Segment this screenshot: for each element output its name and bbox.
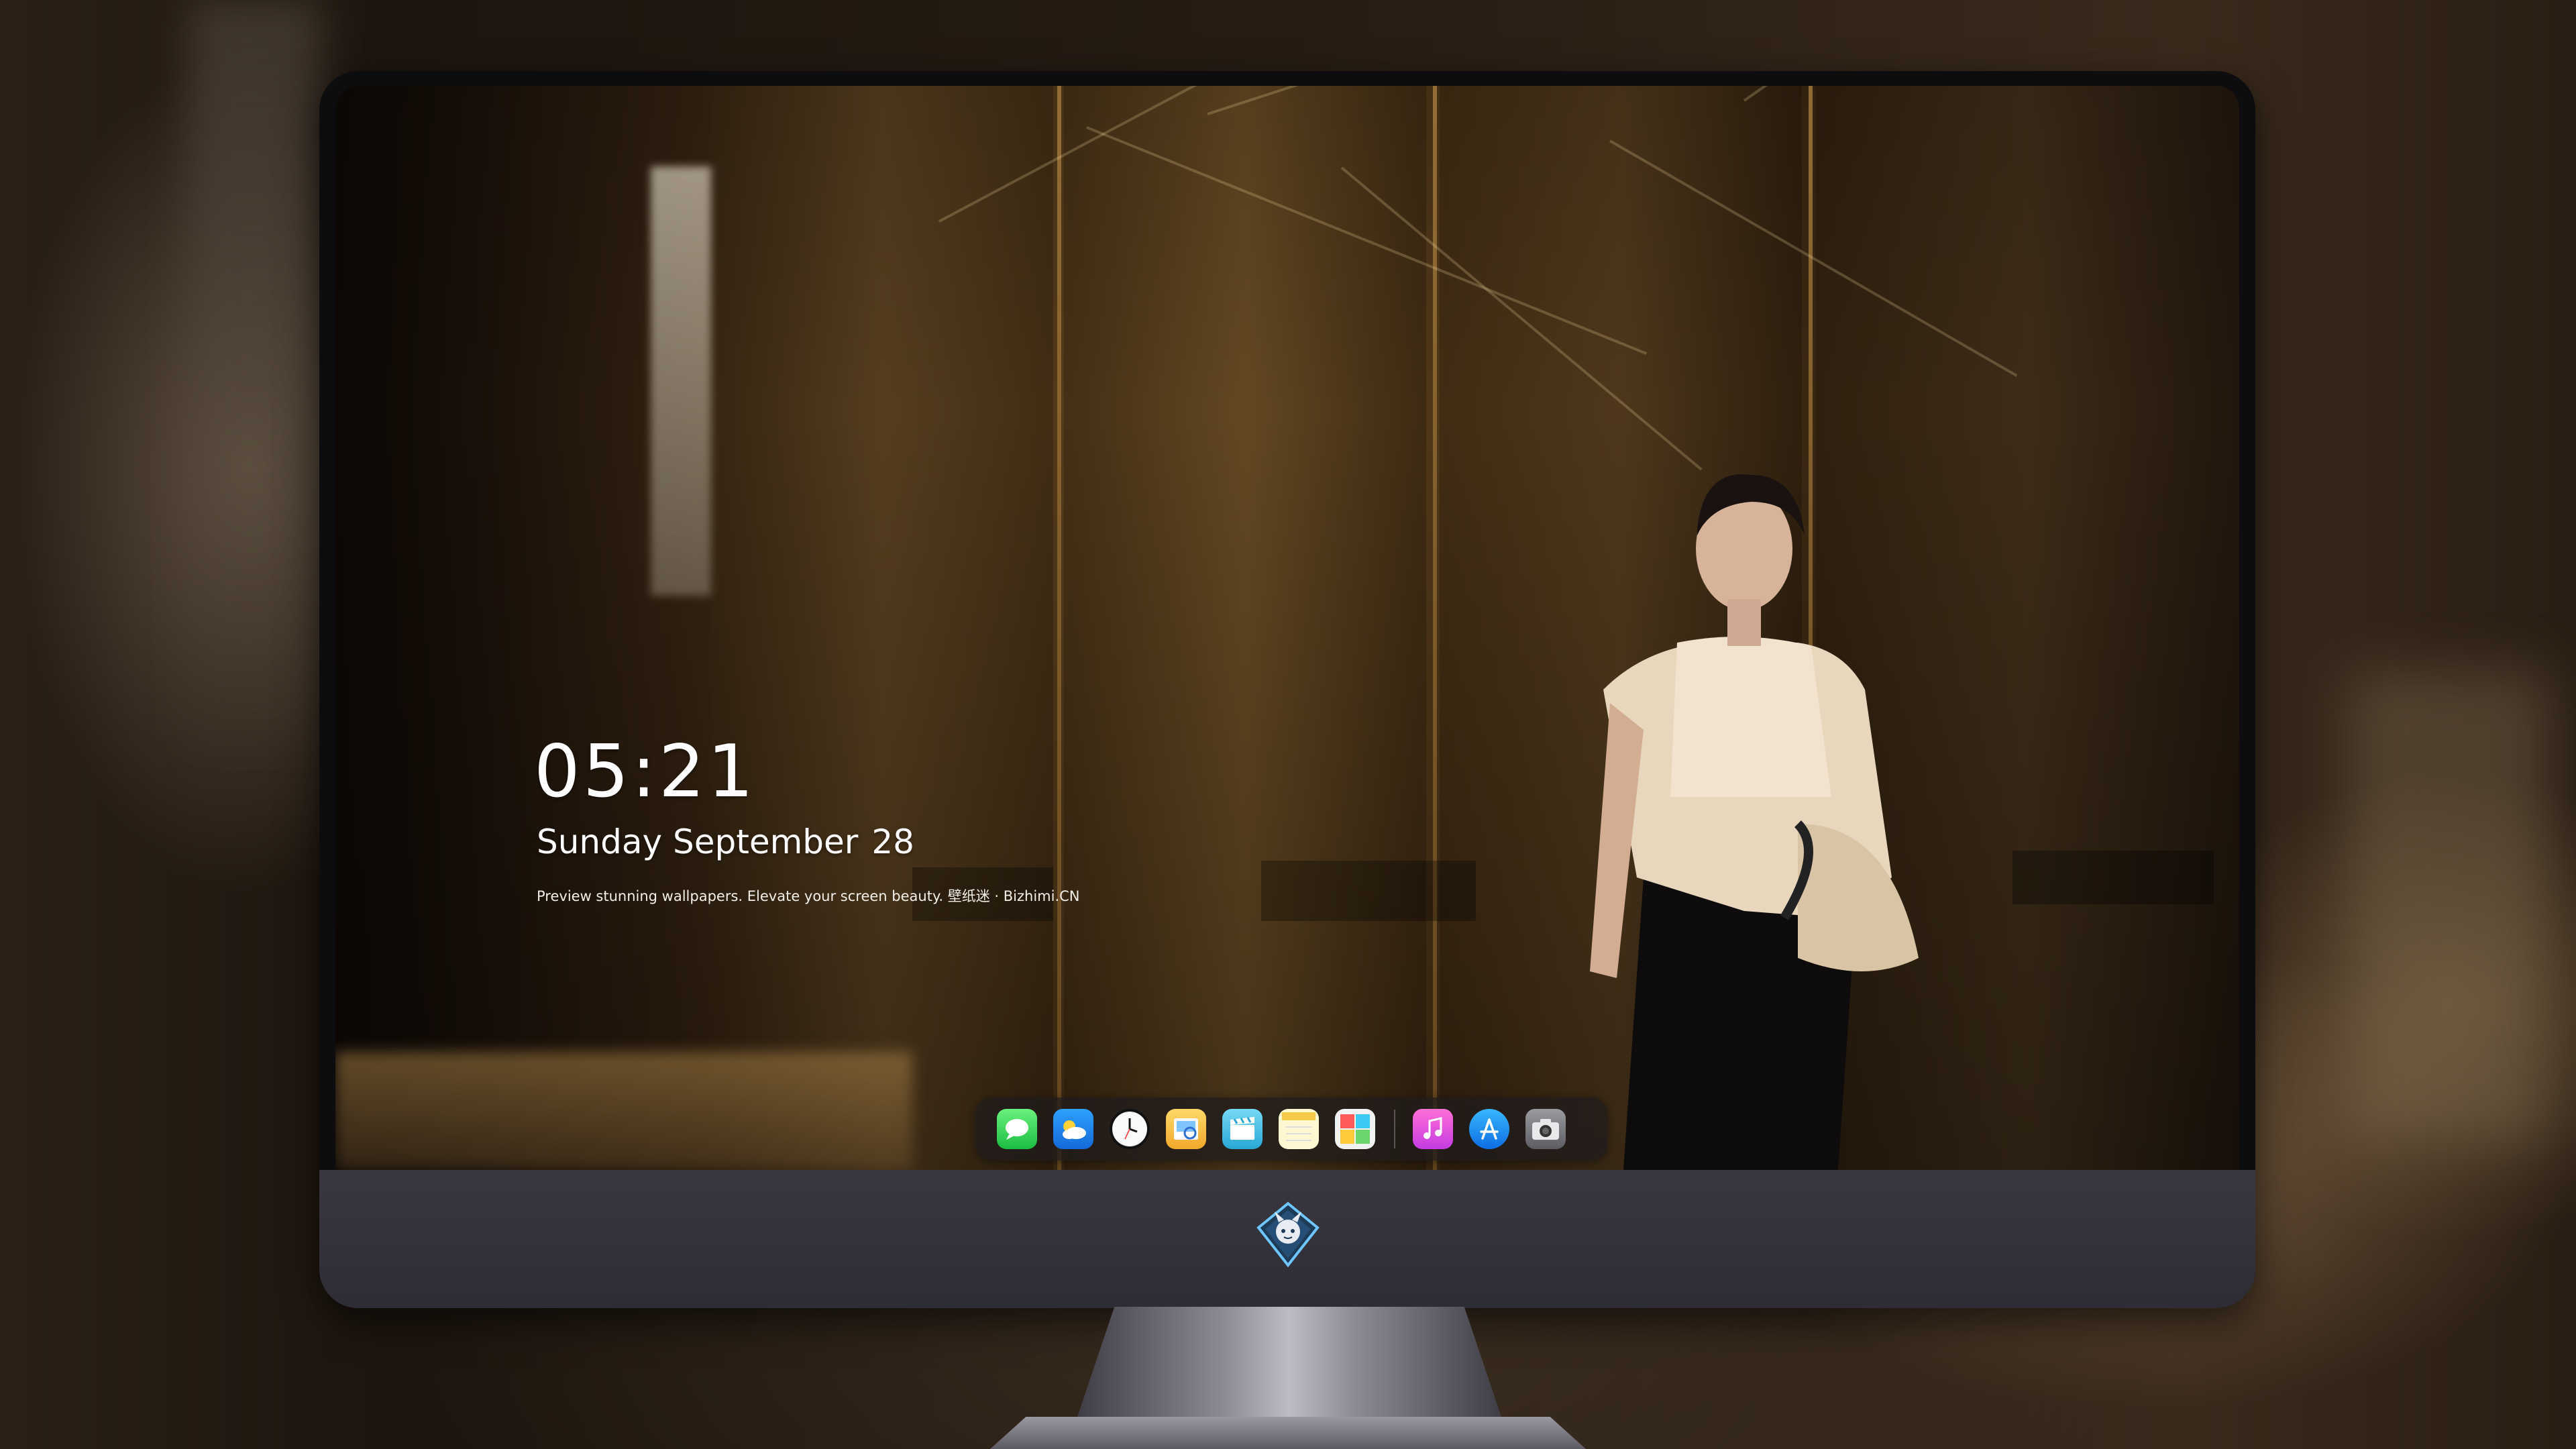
notes-icon[interactable]	[1279, 1109, 1319, 1149]
lock-screen-clock: 05:21	[534, 730, 757, 814]
weather-icon[interactable]	[1053, 1109, 1093, 1149]
wallpaper-tagline: Preview stunning wallpapers. Elevate you…	[537, 888, 1080, 904]
monitor-stand-base	[990, 1417, 1586, 1449]
clips-icon[interactable]	[1222, 1109, 1263, 1149]
mascot-shield-logo	[1256, 1201, 1320, 1268]
date-label: Sunday September	[537, 822, 859, 861]
itunes-icon[interactable]	[1413, 1109, 1453, 1149]
clock-icon[interactable]	[1110, 1109, 1150, 1149]
monitor-stand	[1076, 1307, 1503, 1421]
lock-screen: 05:21 Sunday September 28 Preview stunnin…	[335, 86, 2239, 1170]
monitor-chin	[319, 1170, 2255, 1308]
imac-monitor: 05:21 Sunday September 28 Preview stunnin…	[319, 71, 2255, 1308]
photo-booth-icon[interactable]	[1335, 1109, 1375, 1149]
lock-screen-date: Sunday September 28	[537, 822, 914, 861]
woman-portrait	[1590, 474, 1919, 1170]
app-store-icon[interactable]	[1469, 1109, 1509, 1149]
camera-icon[interactable]	[1525, 1109, 1566, 1149]
blurred-window	[651, 166, 711, 596]
date-day-number: 28	[871, 822, 914, 861]
messages-icon[interactable]	[997, 1109, 1037, 1149]
blurred-floor	[335, 1052, 912, 1170]
preview-icon[interactable]	[1166, 1109, 1206, 1149]
dock	[975, 1097, 1607, 1161]
dock-separator	[1394, 1110, 1395, 1148]
